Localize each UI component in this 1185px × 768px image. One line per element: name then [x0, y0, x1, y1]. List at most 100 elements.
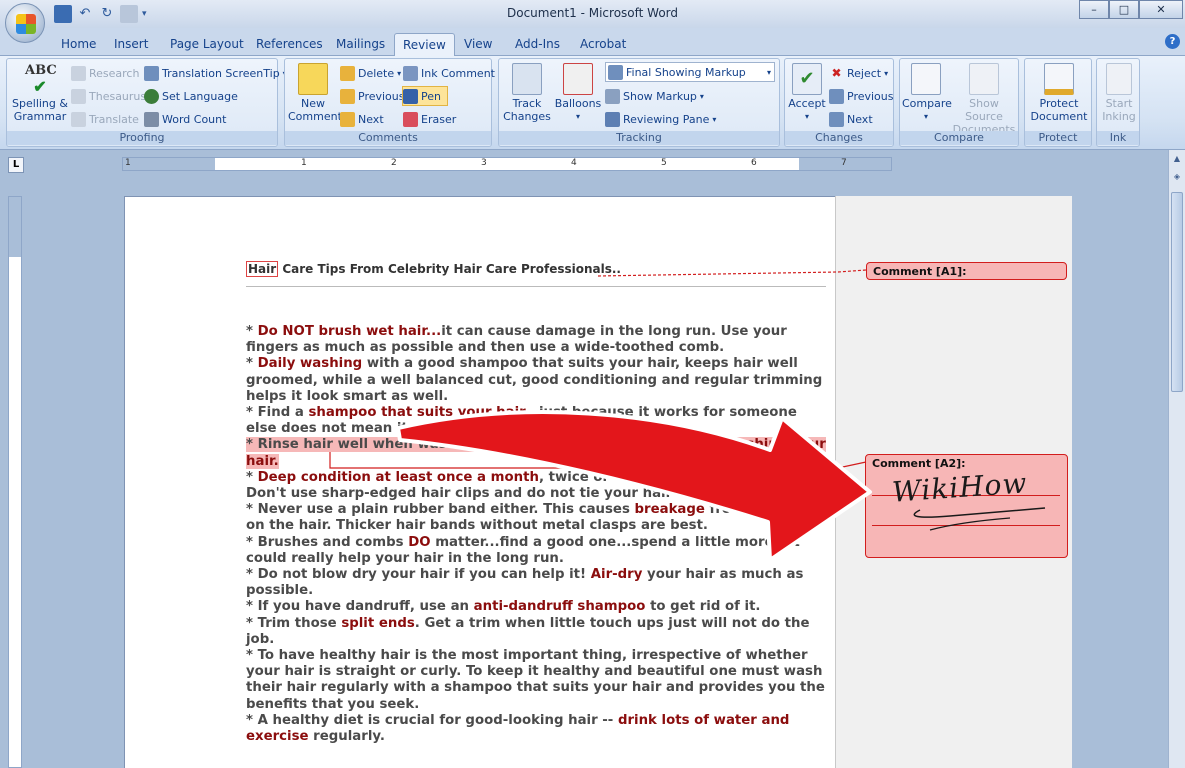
spelling-label-1: Spelling &: [12, 97, 68, 110]
tab-mailings[interactable]: Mailings: [328, 33, 393, 56]
chevron-down-icon: ▾: [766, 67, 771, 77]
tab-view[interactable]: View: [456, 33, 500, 56]
ruler-number: 1: [301, 158, 307, 168]
start-inking-label-1: Start: [1105, 97, 1133, 110]
previous-change-button[interactable]: Previous: [829, 86, 894, 106]
document-title[interactable]: Hair Care Tips From Celebrity Hair Care …: [246, 261, 621, 277]
paragraph: * A healthy diet is crucial for good-loo…: [246, 712, 790, 745]
compare-button[interactable]: Compare ▾: [902, 63, 952, 123]
research-label: Research: [89, 66, 140, 80]
chevron-down-icon: ▾: [712, 114, 717, 124]
paragraph: * Find a shampoo that suits your hair...…: [246, 405, 797, 437]
horizontal-ruler[interactable]: 1 1 2 3 4 5 6 7: [122, 157, 892, 171]
reject-button[interactable]: ✖ Reject ▾: [829, 63, 888, 83]
tab-selector[interactable]: L: [8, 157, 24, 173]
office-logo-icon: [16, 14, 36, 34]
office-button[interactable]: [5, 3, 45, 43]
track-changes-button[interactable]: Track Changes: [501, 63, 553, 123]
ruler-number: 2: [391, 158, 397, 168]
set-language-button[interactable]: Set Language: [144, 86, 238, 106]
vertical-scrollbar[interactable]: ▲ ◈: [1168, 150, 1185, 768]
markup-select[interactable]: Final Showing Markup ▾: [605, 62, 775, 82]
tab-page-layout[interactable]: Page Layout: [162, 33, 252, 56]
tab-home[interactable]: Home: [53, 33, 104, 56]
close-button[interactable]: ✕: [1139, 0, 1183, 19]
chevron-down-icon: ▾: [804, 112, 809, 121]
delete-comment-icon: [340, 65, 355, 81]
spelling-grammar-button[interactable]: ABC ✔ Spelling & Grammar: [11, 63, 69, 123]
ink-group: Start Inking Ink: [1096, 58, 1140, 147]
proofing-group-label: Proofing: [7, 131, 277, 145]
thesaurus-button[interactable]: Thesaurus: [71, 86, 146, 106]
tab-review[interactable]: Review: [394, 33, 455, 56]
ribbon-tabs: Home Insert Page Layout References Maili…: [0, 28, 1185, 56]
minimize-button[interactable]: –: [1079, 0, 1109, 19]
compare-icon: [911, 63, 941, 95]
reviewing-pane-button[interactable]: Reviewing Pane ▾: [605, 109, 716, 129]
translate-button[interactable]: Translate: [71, 109, 139, 129]
compare-label: Compare: [902, 97, 952, 110]
scroll-thumb[interactable]: [1171, 192, 1183, 392]
tracking-group: Track Changes Balloons ▾ Final Showing M…: [498, 58, 780, 147]
ink-comment-icon: [403, 65, 418, 81]
next-change-button[interactable]: Next: [829, 109, 873, 129]
ruler-number: 6: [751, 158, 757, 168]
ruler-number: 5: [661, 158, 667, 168]
show-source-documents-button[interactable]: Show Source Documents: [950, 63, 1018, 136]
chevron-down-icon: ▾: [397, 68, 402, 78]
protect-label-2: Document: [1030, 110, 1088, 123]
title-rest: Care Tips From Celebrity Hair Care Profe…: [278, 262, 621, 276]
track-changes-label-1: Track: [512, 97, 542, 110]
accept-button[interactable]: ✔ Accept ▾: [787, 63, 827, 123]
tracking-group-label: Tracking: [499, 131, 779, 145]
tab-references[interactable]: References: [248, 33, 331, 56]
word-count-button[interactable]: Word Count: [144, 109, 226, 129]
next-comment-button[interactable]: Next: [340, 109, 384, 129]
chevron-down-icon: ▾: [699, 91, 704, 101]
start-inking-button[interactable]: Start Inking: [1099, 63, 1139, 123]
reject-label: Reject: [847, 66, 882, 80]
ink-comment-text: WikiHow: [891, 466, 1029, 509]
protect-document-button[interactable]: Protect Document: [1028, 63, 1090, 123]
tab-acrobat[interactable]: Acrobat: [572, 33, 634, 56]
window-controls: – □ ✕: [1079, 0, 1183, 19]
previous-comment-button[interactable]: Previous: [340, 86, 405, 106]
title-first-word: Hair: [246, 261, 279, 277]
eraser-button[interactable]: Eraser: [403, 109, 456, 129]
help-icon[interactable]: ?: [1165, 34, 1180, 49]
pen-button[interactable]: Pen: [402, 86, 448, 106]
paragraph: * Never use a plain rubber band either. …: [246, 502, 816, 534]
comment-balloon-a1[interactable]: Comment [A1]:: [866, 262, 1067, 280]
scroll-up-icon[interactable]: ▲: [1171, 154, 1183, 166]
protect-group-label: Protect: [1025, 131, 1091, 145]
eraser-icon: [403, 111, 418, 127]
research-button[interactable]: Research: [71, 63, 139, 83]
maximize-button[interactable]: □: [1109, 0, 1139, 19]
show-markup-button[interactable]: Show Markup ▾: [605, 86, 704, 106]
reviewing-pane-label: Reviewing Pane: [623, 112, 710, 126]
protect-document-icon: [1044, 63, 1074, 95]
compare-group: Compare ▾ Show Source Documents Compare: [899, 58, 1019, 147]
balloons-button[interactable]: Balloons ▾: [554, 63, 602, 123]
tab-insert[interactable]: Insert: [106, 33, 156, 56]
vertical-ruler[interactable]: [8, 196, 22, 768]
language-globe-icon: [144, 88, 159, 104]
new-comment-button[interactable]: New Comment: [288, 63, 342, 123]
eraser-label: Eraser: [421, 112, 457, 126]
previous-change-label: Previous: [847, 89, 894, 103]
chevron-down-icon: ▾: [575, 112, 580, 121]
start-inking-icon: [1106, 63, 1132, 95]
ruler-toggle-icon[interactable]: ◈: [1171, 172, 1183, 184]
reviewing-pane-icon: [605, 111, 620, 127]
document-body[interactable]: * Do NOT brush wet hair...it can cause d…: [246, 324, 826, 745]
tab-add-ins[interactable]: Add-Ins: [507, 33, 568, 56]
translation-screentip-button[interactable]: Translation ScreenTip ▾: [144, 63, 287, 83]
accept-check-icon: ✔: [792, 63, 822, 95]
delete-comment-button[interactable]: Delete ▾: [340, 63, 401, 83]
display-for-review-icon: [608, 64, 623, 80]
comment-balloon-a2[interactable]: Comment [A2]: WikiHow: [865, 454, 1068, 558]
balloons-icon: [563, 63, 593, 95]
comment-rule: [872, 525, 1060, 526]
previous-label: Previous: [358, 89, 405, 103]
ink-comment-button[interactable]: Ink Comment: [403, 63, 495, 83]
